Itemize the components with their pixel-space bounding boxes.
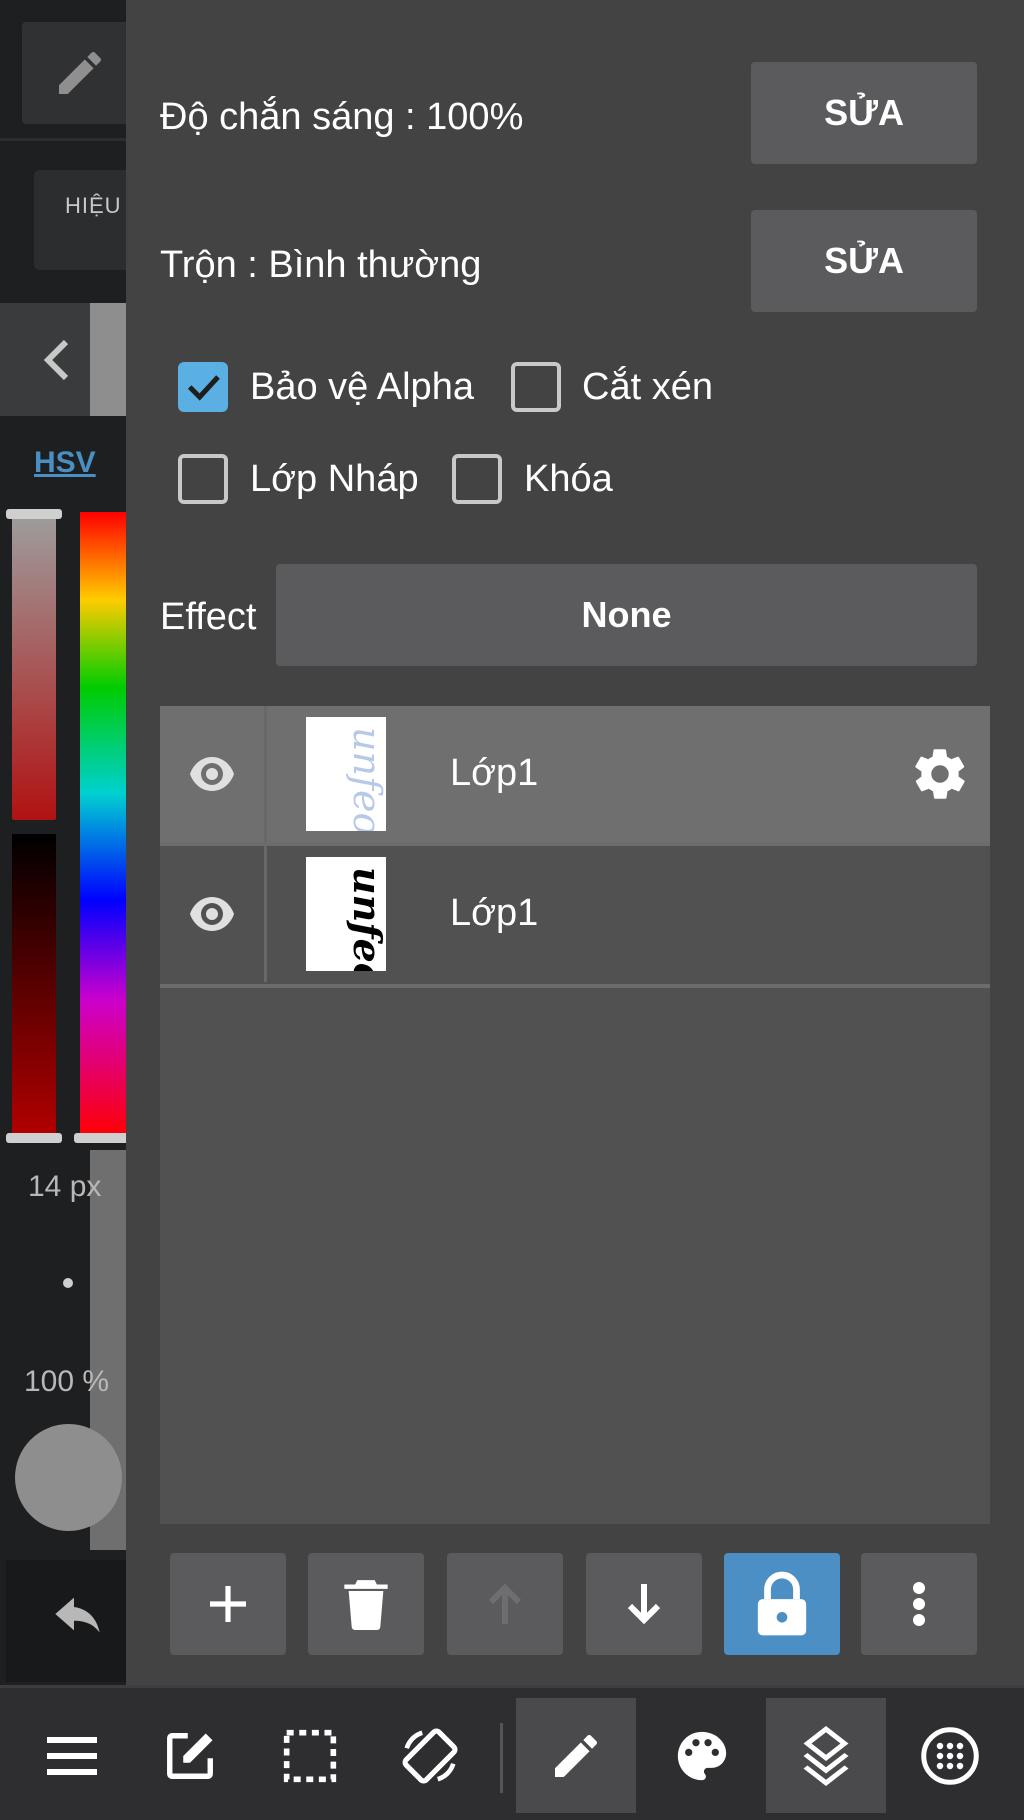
undo-icon xyxy=(55,1597,100,1633)
scroll-track[interactable] xyxy=(90,303,126,416)
svg-text:unfeon: unfeon xyxy=(345,867,386,971)
menu-button[interactable] xyxy=(12,1698,132,1813)
selection-button[interactable] xyxy=(250,1698,370,1813)
left-toolbar: HIỆU HSV 14 px 100 % xyxy=(0,0,126,1685)
materials-tab[interactable] xyxy=(890,1698,1010,1813)
clipping-checkbox[interactable] xyxy=(511,362,561,412)
color-palette-tab[interactable] xyxy=(642,1698,762,1813)
arrow-down-icon xyxy=(627,1584,661,1625)
effect-button[interactable] xyxy=(34,170,126,270)
svg-text:unfeon: unfeon xyxy=(345,727,386,831)
layers-icon xyxy=(803,1725,849,1786)
layer-name: Lớp1 xyxy=(450,892,539,934)
rotate-screen-button[interactable] xyxy=(370,1698,490,1813)
layer-row[interactable]: unfeon Lớp1 xyxy=(160,706,990,842)
visibility-toggle[interactable] xyxy=(160,846,264,982)
lock-label: Khóa xyxy=(524,458,613,500)
pencil-icon xyxy=(59,51,102,94)
layers-tab[interactable] xyxy=(766,1698,886,1813)
alpha-protect-label: Bảo vệ Alpha xyxy=(250,366,474,408)
value-slider[interactable] xyxy=(12,834,56,1138)
layer-name: Lớp1 xyxy=(450,752,539,794)
alpha-protect-checkbox[interactable] xyxy=(178,362,228,412)
undo-button[interactable] xyxy=(6,1560,126,1682)
divider xyxy=(264,846,267,982)
color-mode-link[interactable]: HSV xyxy=(34,446,96,480)
value-slider-knob[interactable] xyxy=(6,1133,62,1143)
saturation-slider-knob[interactable] xyxy=(6,509,62,519)
edit-blend-button[interactable]: SỬA xyxy=(751,210,977,312)
hue-slider-knob[interactable] xyxy=(74,1133,126,1143)
brush-size-value: 14 px xyxy=(28,1170,102,1203)
move-layer-down-button[interactable] xyxy=(586,1553,702,1655)
hue-slider[interactable] xyxy=(80,512,126,1138)
divider xyxy=(0,138,126,141)
divider xyxy=(500,1723,503,1793)
brush-size-preview xyxy=(63,1278,73,1288)
brush-opacity-value: 100 % xyxy=(24,1365,110,1398)
delete-layer-button[interactable] xyxy=(308,1553,424,1655)
lock-checkbox[interactable] xyxy=(452,454,502,504)
clipping-label: Cắt xén xyxy=(582,366,713,408)
divider xyxy=(264,706,267,842)
trash-icon xyxy=(344,1580,388,1630)
chevron-left-icon xyxy=(43,339,69,380)
layer-row[interactable]: unfeon Lớp1 xyxy=(160,846,990,982)
saturation-slider[interactable] xyxy=(12,512,56,820)
selection-icon xyxy=(283,1729,337,1782)
checkmark-icon xyxy=(187,375,220,401)
gear-icon[interactable] xyxy=(910,744,970,804)
edit-square-icon xyxy=(167,1732,213,1779)
arrow-up-icon xyxy=(488,1583,522,1624)
screen-rotation-icon xyxy=(402,1728,458,1783)
layer-thumbnail: unfeon xyxy=(306,717,386,831)
pen-tool-button[interactable] xyxy=(22,22,126,124)
menu-icon xyxy=(47,1736,97,1775)
more-vert-icon xyxy=(913,1582,925,1626)
grid-globe-icon xyxy=(921,1726,979,1785)
blend-mode-label: Trộn : Bình thường xyxy=(160,244,482,286)
draft-layer-label: Lớp Nháp xyxy=(250,458,419,500)
plus-icon xyxy=(210,1586,246,1622)
layer-panel: Độ chắn sáng : 100% SỬA Trộn : Bình thườ… xyxy=(126,0,1024,1685)
add-layer-button[interactable] xyxy=(170,1553,286,1655)
lock-icon xyxy=(757,1571,807,1636)
brush-opacity-preview[interactable] xyxy=(15,1424,122,1531)
lock-layer-button[interactable] xyxy=(724,1553,840,1655)
layer-opacity-label: Độ chắn sáng : 100% xyxy=(160,96,524,138)
move-layer-up-button[interactable] xyxy=(447,1553,563,1655)
divider xyxy=(160,984,990,988)
visibility-toggle[interactable] xyxy=(160,706,264,842)
edit-opacity-button[interactable]: SỬA xyxy=(751,62,977,164)
layer-thumbnail: unfeon xyxy=(306,857,386,971)
bottom-toolbar xyxy=(0,1685,1024,1820)
draft-layer-checkbox[interactable] xyxy=(178,454,228,504)
palette-icon xyxy=(677,1731,727,1780)
effect-select-button[interactable]: None xyxy=(276,564,977,666)
more-options-button[interactable] xyxy=(861,1553,977,1655)
eye-icon xyxy=(190,897,234,931)
eye-icon xyxy=(190,757,234,791)
layer-list: unfeon Lớp1 unfeon Lớp1 xyxy=(160,706,990,1524)
pencil-icon xyxy=(555,1734,598,1777)
edit-button[interactable] xyxy=(130,1698,250,1813)
brush-tab[interactable] xyxy=(516,1698,636,1813)
effect-button-label: HIỆU xyxy=(65,193,122,218)
effect-label: Effect xyxy=(160,596,257,638)
